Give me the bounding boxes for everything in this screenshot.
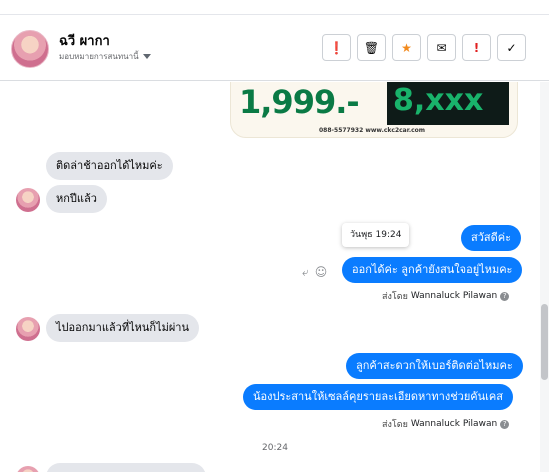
spam-icon: ❗: [329, 40, 344, 55]
star-icon: ★: [401, 40, 412, 55]
info-icon[interactable]: ?: [500, 419, 510, 429]
important-button[interactable]: !: [462, 34, 491, 61]
sender-avatar: [16, 317, 40, 341]
contact-name[interactable]: ฉวี ผากา: [59, 30, 110, 51]
info-icon[interactable]: ?: [500, 291, 510, 301]
assign-label: มอบหมายการสนทนานี้: [59, 52, 139, 61]
email-button[interactable]: ✉: [427, 34, 456, 61]
caret-down-icon: [142, 54, 151, 59]
reply-icon[interactable]: ⤶: [302, 265, 309, 280]
ad-contact-line: 088-5577932 www.ckc2car.com: [319, 127, 426, 134]
incoming-message[interactable]: หกปีแล้ว: [46, 185, 107, 213]
contact-avatar[interactable]: [11, 30, 49, 68]
message-time-tooltip: วันพุธ 19:24: [342, 223, 410, 247]
sender-avatar: [16, 466, 40, 472]
ad-image-attachment[interactable]: 1,999.- 8,xxx 088-5577932 www.ckc2car.co…: [230, 82, 518, 138]
chat-scrollbar[interactable]: [540, 82, 549, 472]
message-hover-actions: ⤶ ☺: [302, 265, 327, 280]
email-icon: ✉: [436, 40, 447, 55]
time-separator: 20:24: [262, 443, 288, 453]
star-button[interactable]: ★: [392, 34, 421, 61]
spam-button[interactable]: ❗: [322, 34, 351, 61]
scrollbar-thumb[interactable]: [541, 304, 548, 380]
outgoing-message[interactable]: น้องประสานให้เซลล์คุยรายละเอียดหาทางช่วย…: [243, 384, 513, 410]
header-actions: ❗ 🗑 ★ ✉! ✓: [322, 34, 526, 61]
incoming-message-partial[interactable]: [46, 463, 206, 472]
important-icon: !: [473, 40, 480, 55]
done-button[interactable]: ✓: [497, 34, 526, 61]
ad-price-secondary: 8,xxx: [393, 83, 484, 118]
outgoing-message[interactable]: ออกได้ค่ะ ลูกค้ายังสนใจอยู่ไหมคะ: [342, 257, 523, 283]
outgoing-message[interactable]: สวัสดีค่ะ: [461, 225, 522, 251]
message-thread: 1,999.- 8,xxx 088-5577932 www.ckc2car.co…: [0, 82, 540, 472]
sent-by-label: ส่งโดย Wannaluck Pilawan ?: [382, 289, 510, 303]
done-icon: ✓: [506, 40, 517, 55]
incoming-message[interactable]: ไปออกมาแล้วที่ไหนก็ไม่ผ่าน: [46, 314, 199, 342]
ad-price: 1,999.-: [239, 83, 360, 121]
assign-conversation-dropdown[interactable]: มอบหมายการสนทนานี้: [59, 50, 151, 63]
outgoing-message[interactable]: ลูกค้าสะดวกให้เบอร์ติดต่อไหมคะ: [346, 353, 523, 379]
delete-icon: 🗑: [363, 40, 380, 55]
conversation-header: ฉวี ผากา มอบหมายการสนทนานี้ ❗ 🗑 ★ ✉! ✓: [0, 15, 549, 81]
incoming-message[interactable]: ติดล่าช้าออกได้ไหมค่ะ: [46, 152, 173, 180]
emoji-icon[interactable]: ☺: [315, 265, 328, 280]
top-strip: [0, 0, 549, 15]
sender-avatar: [16, 188, 40, 212]
sent-by-label: ส่งโดย Wannaluck Pilawan ?: [382, 417, 510, 431]
delete-button[interactable]: 🗑: [357, 34, 386, 61]
